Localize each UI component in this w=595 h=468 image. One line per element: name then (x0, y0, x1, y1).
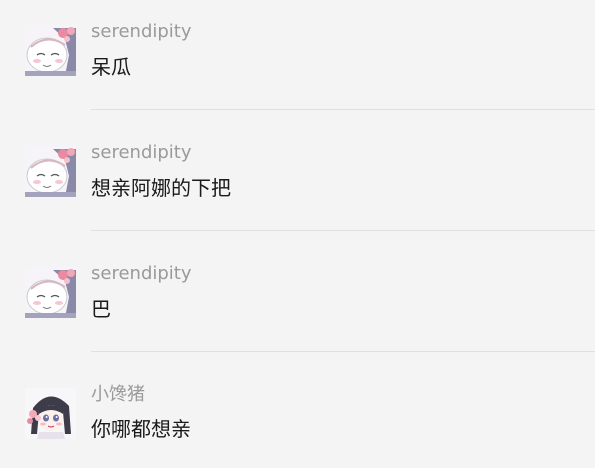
username[interactable]: serendipity (91, 263, 192, 285)
divider (91, 351, 595, 352)
avatar[interactable] (25, 146, 76, 197)
username[interactable]: serendipity (91, 21, 192, 43)
list-item: serendipity 呆瓜 (0, 0, 595, 121)
anime-girl-dark-hair-avatar-icon (25, 388, 76, 439)
list-item: serendipity 想亲阿娜的下把 (0, 121, 595, 242)
anime-girl-pink-bow-avatar-icon (25, 267, 76, 318)
message-text: 呆瓜 (91, 55, 131, 79)
message-text: 巴 (91, 297, 111, 321)
message-text: 你哪都想亲 (91, 417, 191, 441)
avatar[interactable] (25, 388, 76, 439)
anime-girl-pink-bow-avatar-icon (25, 25, 76, 76)
list-item: 小馋猪 你哪都想亲 (0, 363, 595, 468)
list-item: serendipity 巴 (0, 242, 595, 363)
username[interactable]: 小馋猪 (91, 384, 145, 406)
message-text: 想亲阿娜的下把 (91, 176, 231, 200)
username[interactable]: serendipity (91, 142, 192, 164)
message-feed: serendipity 呆瓜 serendipity 想亲阿娜的下把 seren… (0, 0, 595, 468)
avatar[interactable] (25, 267, 76, 318)
avatar[interactable] (25, 25, 76, 76)
divider (91, 230, 595, 231)
anime-girl-pink-bow-avatar-icon (25, 146, 76, 197)
divider (91, 109, 595, 110)
